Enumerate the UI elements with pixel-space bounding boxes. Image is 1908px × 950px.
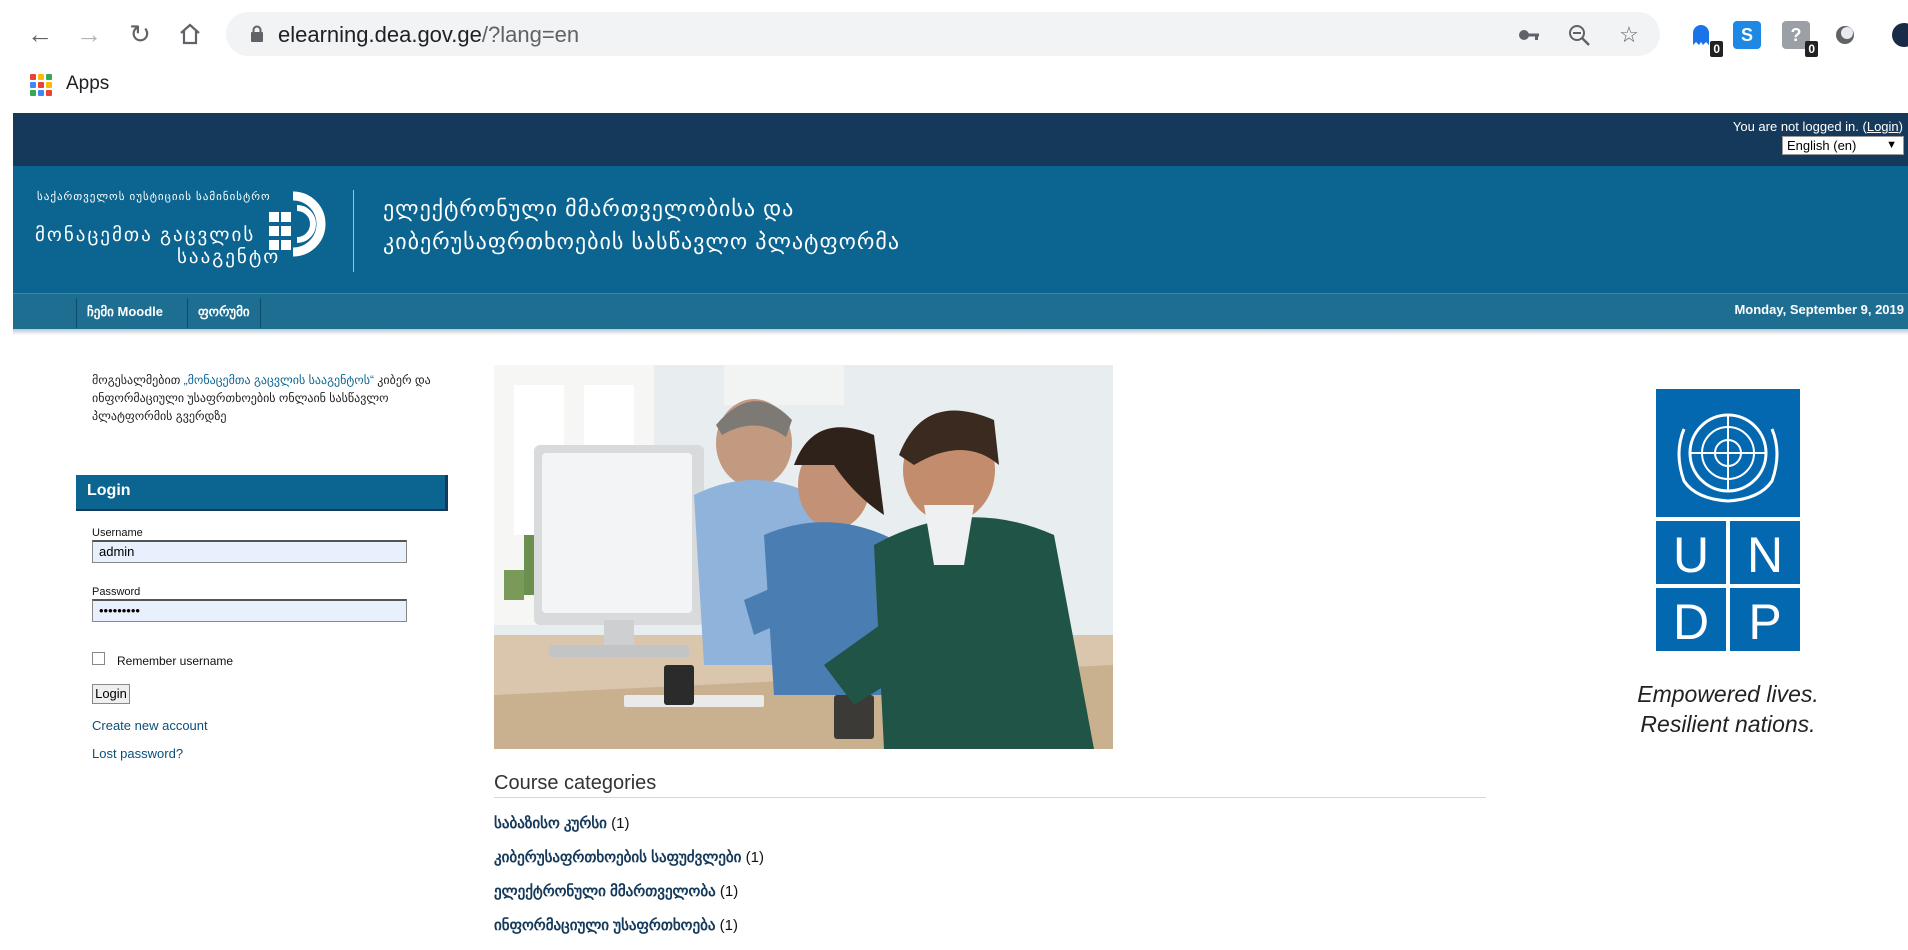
remember-username-checkbox[interactable] [92,652,105,665]
category-item: კიბერუსაფრთხოების საფუძვლები (1) [494,849,764,866]
welcome-text: მოგესალმებით „მონაცემთა გაცვლის სააგენტო… [92,373,431,423]
lost-password-link[interactable]: Lost password? [92,746,183,761]
question-extension-icon[interactable]: ? 0 [1782,21,1818,57]
org-name-line-2: სააგენტო [177,247,281,268]
lock-icon [251,25,263,42]
category-link[interactable]: კიბერუსაფრთხოების საფუძვლები [494,849,741,866]
undp-letter-d: D [1673,594,1709,650]
current-date: Monday, September 9, 2019 [1734,302,1904,317]
username-label: Username [92,527,143,539]
dropdown-arrow-icon: ▼ [1886,139,1897,151]
category-link[interactable]: საბაზისო კურსი [494,815,607,832]
create-account-link[interactable]: Create new account [92,718,208,733]
ghost-extension-icon[interactable]: 0 [1687,21,1723,57]
back-icon[interactable]: ← [24,18,56,50]
bookmarks-bar: Apps [0,66,1908,110]
undp-logo: U N D P [1656,389,1800,651]
language-select[interactable]: English (en) ▼ [1782,136,1904,155]
hero-photo [494,365,1113,749]
url-text: elearning.dea.gov.ge/?lang=en [278,22,580,47]
platform-title: ელექტრონული მმართველობისა და კიბერუსაფრთ… [383,196,901,254]
zoom-out-icon[interactable] [1566,22,1592,48]
circle-extension-icon[interactable] [1831,21,1859,49]
key-icon[interactable] [1516,22,1542,48]
extension-badge: 0 [1805,41,1818,57]
s-extension-icon[interactable]: S [1733,21,1761,49]
home-icon[interactable] [174,18,206,50]
login-link[interactable]: Login [1867,119,1899,134]
apps-bookmark[interactable]: Apps [66,73,109,95]
password-input[interactable]: ••••••••• [92,599,407,622]
category-link[interactable]: ელექტრონული მმართველობა [494,883,716,900]
course-categories-title: Course categories [494,772,657,794]
reload-icon[interactable]: ↻ [124,18,156,50]
login-status: You are not logged in. (Login) [1732,119,1903,134]
category-item: ინფორმაციული უსაფრთხოება (1) [494,917,738,934]
login-block-title: Login [76,475,448,511]
org-name-small: საქართველოს იუსტიციის სამინისტრო [37,191,271,203]
main-nav: ჩემი Moodle ფორუმი Monday, September 9, … [13,293,1908,329]
undp-letter-u: U [1673,527,1709,583]
profile-avatar[interactable] [1890,21,1908,49]
header-divider [353,190,354,272]
login-block: Login Username admin Password ••••••••• … [76,475,448,761]
browser-toolbar: ← → ↻ elearning.dea.gov.ge/?lang=en ☆ 0 … [0,0,1908,70]
bookmark-star-icon[interactable]: ☆ [1616,22,1642,48]
top-bar: You are not logged in. (Login) English (… [13,113,1908,166]
categories-divider [494,797,1486,798]
undp-tagline: Empowered lives. Resilient nations. [1637,681,1819,737]
nav-item-my-moodle[interactable]: ჩემი Moodle [76,298,173,328]
site-header: საქართველოს იუსტიციის სამინისტრო მონაცემ… [13,166,1908,293]
password-label: Password [92,586,141,598]
apps-grid-icon[interactable] [30,74,52,96]
undp-letter-p: P [1748,594,1781,650]
nav-item-forum[interactable]: ფორუმი [187,298,261,328]
login-button[interactable]: Login [92,684,130,704]
category-item: ელექტრონული მმართველობა (1) [494,883,739,900]
address-bar[interactable]: elearning.dea.gov.ge/?lang=en ☆ [226,12,1660,56]
category-item: საბაზისო კურსი (1) [494,815,630,832]
username-input[interactable]: admin [92,540,407,563]
remember-username-label: Remember username [117,654,234,668]
org-logo [269,191,326,257]
undp-letter-n: N [1747,527,1783,583]
page-content: You are not logged in. (Login) English (… [13,113,1908,950]
nav-shadow [13,329,1908,335]
category-link[interactable]: ინფორმაციული უსაფრთხოება [494,917,715,934]
extension-badge: 0 [1710,41,1723,57]
org-name-line-1: მონაცემთა გაცვლის [35,225,256,246]
forward-icon[interactable]: → [73,18,105,50]
